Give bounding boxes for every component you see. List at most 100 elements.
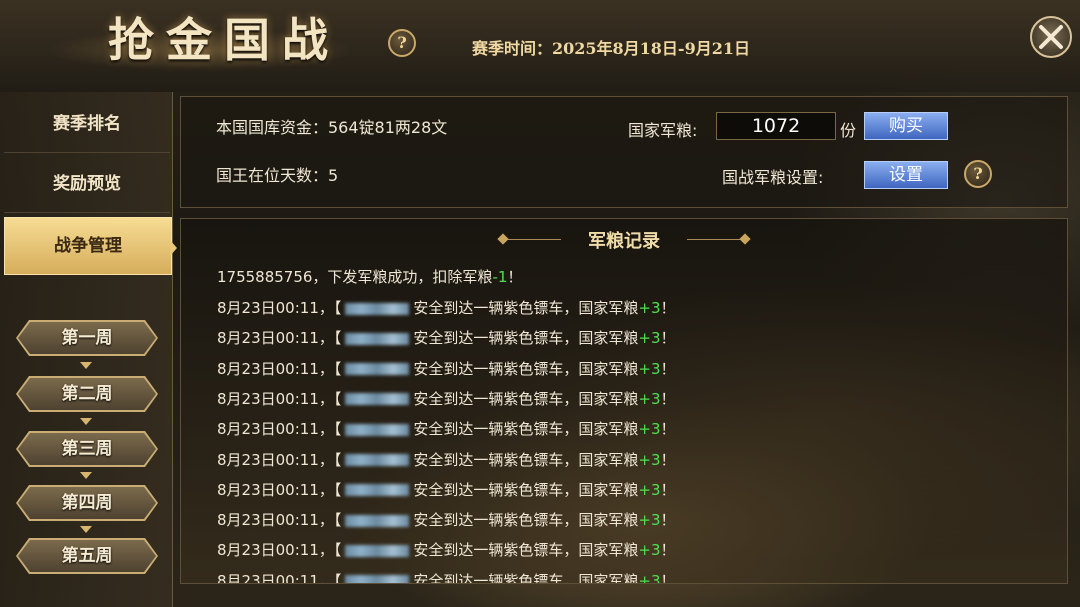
record-end: ！ bbox=[660, 329, 676, 348]
record-line: 8月23日00:11，【 安全到达一辆紫色镖车，国家军粮+3！ bbox=[217, 358, 676, 379]
close-icon bbox=[1039, 25, 1063, 49]
record-end: ！ bbox=[660, 420, 676, 439]
record-delta: +3 bbox=[638, 541, 661, 560]
record-bracket: 【 bbox=[333, 389, 342, 408]
record-message: 安全到达一辆紫色镖车，国家军粮 bbox=[413, 571, 639, 584]
record-delta: +3 bbox=[638, 480, 661, 499]
buy-button[interactable]: 购买 bbox=[864, 112, 948, 140]
record-delta: +3 bbox=[638, 571, 661, 584]
record-end: ！ bbox=[660, 541, 676, 560]
grain-label: 国家军粮: bbox=[628, 121, 698, 140]
record-message: 安全到达一辆紫色镖车，国家军粮 bbox=[413, 420, 639, 439]
player-name-blurred bbox=[345, 393, 410, 406]
week-3-button[interactable]: 第三周 bbox=[18, 433, 156, 465]
record-time: 8月23日00:11， bbox=[217, 541, 334, 560]
player-name-blurred bbox=[345, 575, 410, 583]
record-message: 安全到达一辆紫色镖车，国家军粮 bbox=[413, 541, 639, 560]
title-help-icon[interactable]: ? bbox=[388, 29, 416, 57]
record-end: ！ bbox=[660, 359, 676, 378]
record-delta: +3 bbox=[638, 450, 661, 469]
tab-reward-preview[interactable]: 奖励预览 bbox=[4, 156, 170, 213]
record-message: 安全到达一辆紫色镖车，国家军粮 bbox=[413, 480, 639, 499]
record-time: 8月23日00:11， bbox=[217, 389, 334, 408]
record-end: ！ bbox=[660, 571, 676, 584]
record-delta: +3 bbox=[638, 389, 661, 408]
record-time: 8月23日00:11， bbox=[217, 329, 334, 348]
record-title: 军粮记录 bbox=[588, 231, 660, 252]
chevron-down-icon bbox=[80, 418, 92, 425]
grain-amount: 1072 bbox=[716, 112, 836, 140]
record-line: 8月23日00:11，【 安全到达一辆紫色镖车，国家军粮+3！ bbox=[217, 539, 676, 560]
setting-button[interactable]: 设置 bbox=[864, 161, 948, 189]
record-end: ！ bbox=[660, 480, 676, 499]
record-line: 8月23日00:11，【 安全到达一辆紫色镖车，国家军粮+3！ bbox=[217, 479, 676, 500]
grain-help-icon[interactable]: ? bbox=[964, 160, 992, 188]
record-message: 安全到达一辆紫色镖车，国家军粮 bbox=[413, 389, 639, 408]
week-1-button[interactable]: 第一周 bbox=[18, 322, 156, 354]
record-line: 8月23日00:11，【 安全到达一辆紫色镖车，国家军粮+3！ bbox=[217, 297, 676, 318]
game-screen: 抢金国战 ? 赛季时间：2025年8月18日-9月21日 赛季排名 奖励预览 战… bbox=[0, 0, 1080, 607]
record-time: 8月23日00:11， bbox=[217, 420, 334, 439]
record-line: 8月23日00:11，【 安全到达一辆紫色镖车，国家军粮+3！ bbox=[217, 570, 676, 584]
close-button[interactable] bbox=[1030, 16, 1072, 58]
record-bracket: 【 bbox=[333, 571, 342, 584]
record-message: 安全到达一辆紫色镖车，国家军粮 bbox=[413, 511, 639, 530]
record-message: 安全到达一辆紫色镖车，国家军粮 bbox=[413, 329, 639, 348]
record-bracket: 【 bbox=[333, 299, 342, 317]
grain-record-panel[interactable]: 军粮记录 1755885756，下发军粮成功，扣除军粮-1！ 8月23日00:1… bbox=[180, 218, 1068, 584]
record-delta: +3 bbox=[638, 329, 661, 348]
record-message: 安全到达一辆紫色镖车，国家军粮 bbox=[413, 359, 639, 378]
record-message: 安全到达一辆紫色镖车，国家军粮 bbox=[413, 450, 639, 469]
grain-unit: 份 bbox=[840, 121, 857, 140]
record-bracket: 【 bbox=[333, 450, 342, 469]
page-title: 抢金国战 bbox=[108, 13, 340, 67]
record-line: 8月23日00:11，【 安全到达一辆紫色镖车，国家军粮+3！ bbox=[217, 509, 676, 530]
record-delta: -1 bbox=[492, 268, 508, 286]
record-time: 8月23日00:11， bbox=[217, 450, 334, 469]
record-line: 8月23日00:11，【 安全到达一辆紫色镖车，国家军粮+3！ bbox=[217, 388, 676, 409]
sidebar: 赛季排名 奖励预览 战争管理 第一周 第二周 第三周 第四周 第五周 bbox=[0, 92, 173, 607]
record-line: 8月23日00:11，【 安全到达一辆紫色镖车，国家军粮+3！ bbox=[217, 327, 676, 348]
player-name-blurred bbox=[345, 484, 410, 497]
chevron-down-icon bbox=[80, 526, 92, 533]
king-reign-days: 国王在位天数：5 bbox=[216, 166, 339, 185]
record-line: 1755885756，下发军粮成功，扣除军粮-1！ bbox=[217, 266, 522, 287]
player-name-blurred bbox=[345, 363, 410, 376]
record-text: 1755885756，下发军粮成功，扣除军粮 bbox=[217, 268, 493, 286]
record-line: 8月23日00:11，【 安全到达一辆紫色镖车，国家军粮+3！ bbox=[217, 449, 676, 470]
player-name-blurred bbox=[345, 454, 410, 466]
record-bracket: 【 bbox=[333, 511, 342, 530]
player-name-blurred bbox=[345, 514, 410, 527]
chevron-down-icon bbox=[80, 362, 92, 369]
record-delta: +3 bbox=[638, 511, 661, 530]
player-name-blurred bbox=[345, 544, 410, 557]
record-time: 8月23日00:11， bbox=[217, 511, 334, 530]
tab-war-management[interactable]: 战争管理 bbox=[4, 217, 172, 275]
week-2-button[interactable]: 第二周 bbox=[18, 378, 156, 410]
player-name-blurred bbox=[345, 332, 410, 345]
header-bar: 抢金国战 ? 赛季时间：2025年8月18日-9月21日 bbox=[0, 0, 1080, 92]
week-4-button[interactable]: 第四周 bbox=[18, 487, 156, 519]
player-name-blurred bbox=[345, 302, 410, 315]
tab-season-ranking[interactable]: 赛季排名 bbox=[4, 96, 170, 153]
record-delta: +3 bbox=[638, 359, 661, 378]
record-bracket: 【 bbox=[333, 480, 342, 499]
record-message: 安全到达一辆紫色镖车，国家军粮 bbox=[413, 299, 639, 317]
week-5-button[interactable]: 第五周 bbox=[18, 540, 156, 572]
chevron-down-icon bbox=[80, 472, 92, 479]
record-line: 8月23日00:11，【 安全到达一辆紫色镖车，国家军粮+3！ bbox=[217, 418, 676, 439]
record-bracket: 【 bbox=[333, 420, 342, 439]
treasury-funds: 本国国库资金：564锭81两28文 bbox=[216, 118, 448, 137]
record-end: ！ bbox=[660, 450, 676, 469]
record-bracket: 【 bbox=[333, 329, 342, 348]
season-time: 赛季时间：2025年8月18日-9月21日 bbox=[472, 39, 750, 58]
record-delta: +3 bbox=[638, 420, 661, 439]
active-tab-arrow bbox=[170, 240, 177, 256]
grain-setting-label: 国战军粮设置: bbox=[722, 168, 824, 187]
player-name-blurred bbox=[345, 423, 410, 436]
record-time: 8月23日00:11， bbox=[217, 299, 334, 317]
record-bracket: 【 bbox=[333, 541, 342, 560]
record-end: ！ bbox=[507, 268, 523, 286]
record-time: 8月23日00:11， bbox=[217, 571, 334, 584]
record-delta: +3 bbox=[638, 299, 661, 317]
